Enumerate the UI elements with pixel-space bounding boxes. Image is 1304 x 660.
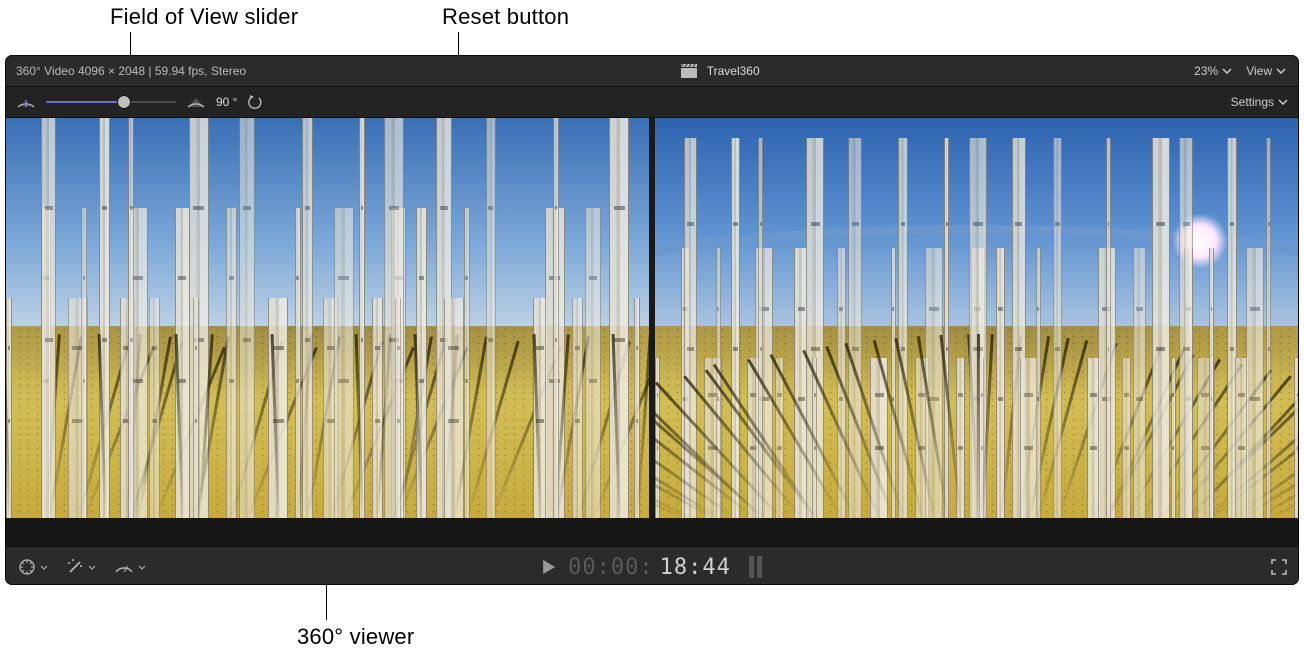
fov-slider[interactable] bbox=[46, 95, 176, 109]
callout-viewer: 360° viewer bbox=[297, 624, 414, 650]
chevron-down-icon bbox=[1276, 68, 1286, 74]
info-bar: 360° Video 4096 × 2048 | 59.94 fps, Ster… bbox=[6, 56, 1298, 87]
clip-info: 360° Video 4096 × 2048 | 59.94 fps, Ster… bbox=[6, 64, 246, 78]
zoom-value: 23% bbox=[1194, 64, 1218, 78]
timecode-display: 00:00: 18:44 bbox=[542, 555, 762, 580]
fov-narrow-icon bbox=[16, 95, 36, 109]
fov-wide-icon bbox=[186, 95, 206, 109]
callout-reset: Reset button bbox=[442, 4, 569, 30]
bottom-toolbar: 00:00: 18:44 bbox=[6, 546, 1298, 584]
reset-button[interactable] bbox=[247, 95, 263, 109]
retime-gauge-menu[interactable] bbox=[114, 560, 146, 574]
view-dropdown[interactable]: View bbox=[1246, 64, 1286, 78]
viewer-window: 360° Video 4096 × 2048 | 59.94 fps, Ster… bbox=[6, 56, 1298, 584]
fov-value: 90 ° bbox=[216, 95, 237, 109]
timecode-bright: 18:44 bbox=[660, 555, 731, 580]
timecode-dim: 00:00: bbox=[568, 555, 653, 580]
fullscreen-button[interactable] bbox=[1270, 558, 1288, 576]
audio-meter-icon bbox=[749, 556, 762, 578]
clapper-icon bbox=[681, 64, 697, 78]
viewer-footer-gap bbox=[6, 518, 1298, 546]
fov-toolbar: 90 ° Settings bbox=[6, 87, 1298, 118]
enhance-wand-menu[interactable] bbox=[66, 558, 96, 576]
play-icon[interactable] bbox=[542, 559, 556, 575]
project-title: Travel360 bbox=[707, 64, 760, 78]
viewers-row bbox=[6, 118, 1298, 518]
settings-label: Settings bbox=[1231, 95, 1274, 109]
settings-dropdown[interactable]: Settings bbox=[1231, 95, 1298, 109]
callout-fov: Field of View slider bbox=[110, 4, 298, 30]
360-viewer[interactable] bbox=[6, 118, 649, 518]
zoom-dropdown[interactable]: 23% bbox=[1194, 64, 1232, 78]
chevron-down-icon bbox=[1222, 68, 1232, 74]
equirect-viewer[interactable] bbox=[655, 118, 1298, 518]
color-adjust-menu[interactable] bbox=[18, 558, 48, 576]
view-label: View bbox=[1246, 64, 1272, 78]
chevron-down-icon bbox=[1278, 99, 1288, 105]
